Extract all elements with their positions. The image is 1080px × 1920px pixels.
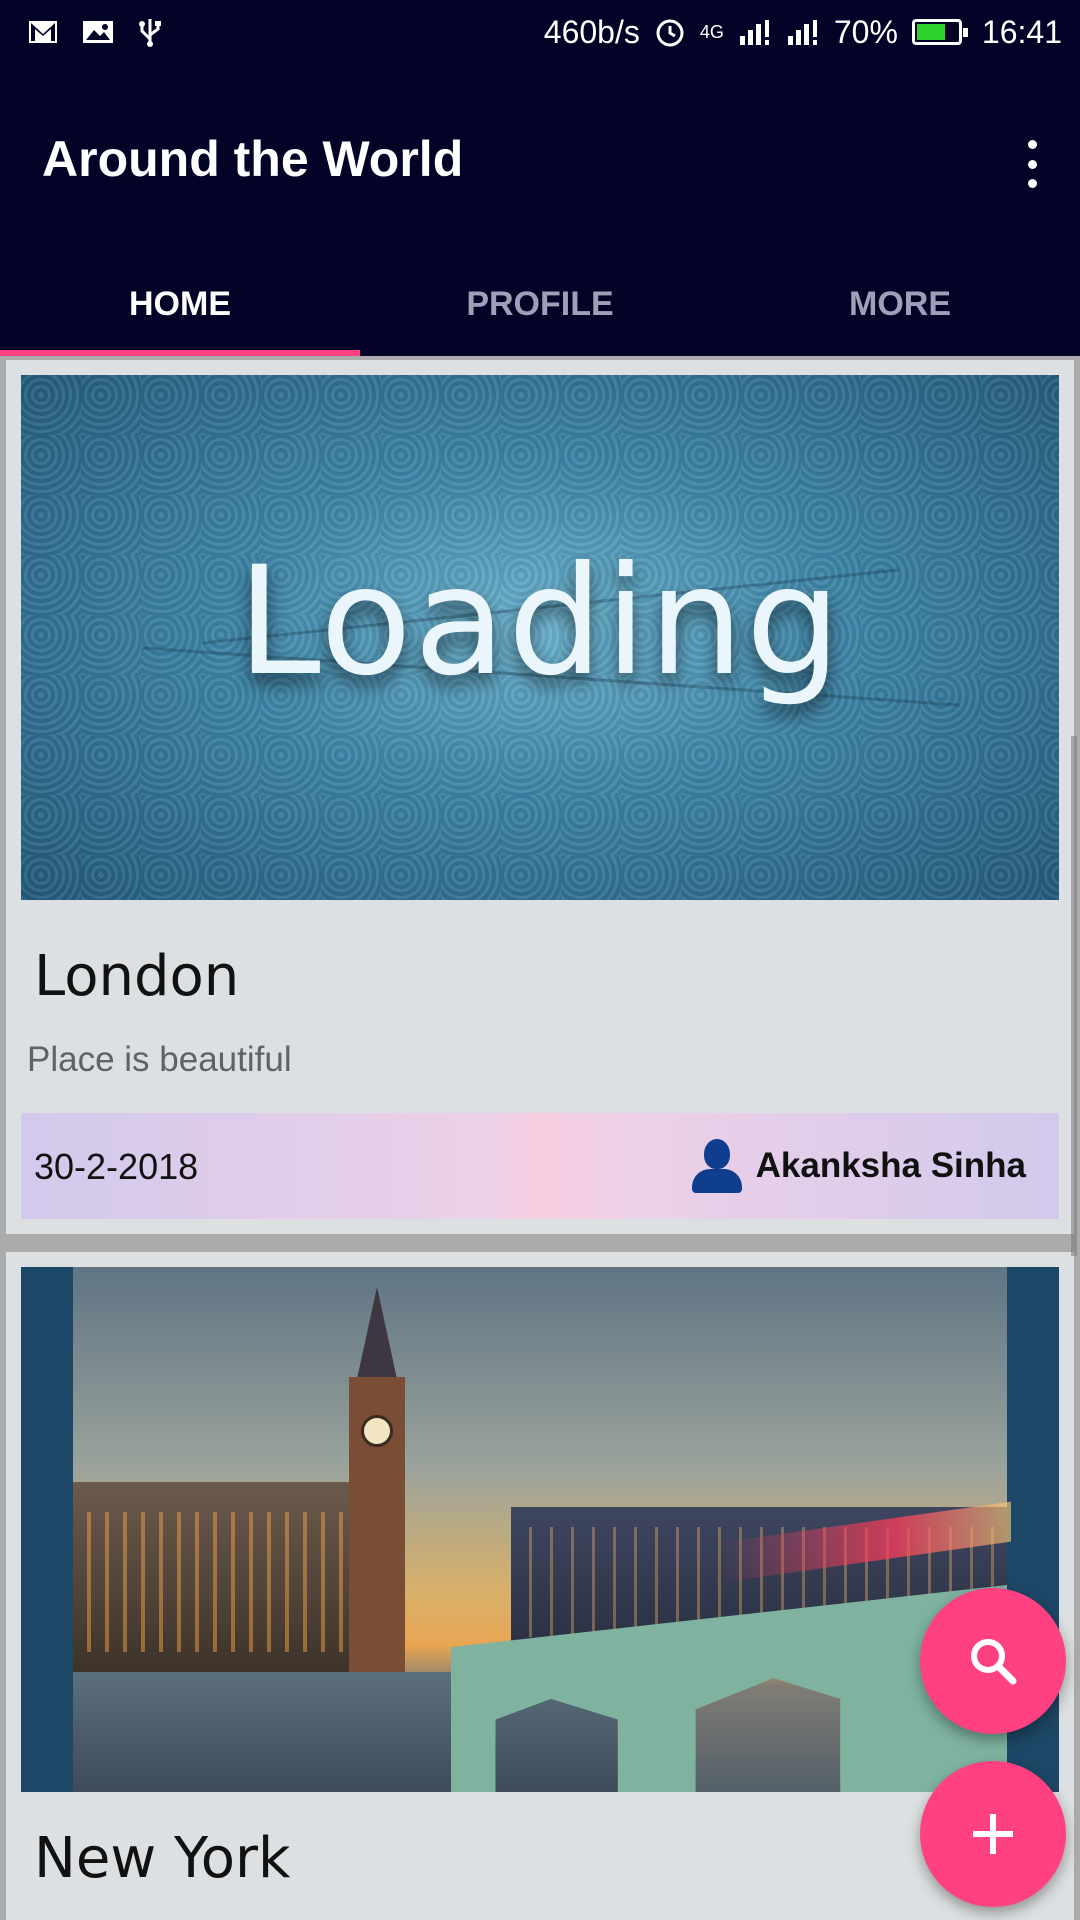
post-title: London xyxy=(34,944,240,1009)
network-speed: 460b/s xyxy=(543,13,640,50)
post-author[interactable]: Akanksha Sinha xyxy=(691,1139,1026,1193)
tab-home[interactable]: HOME xyxy=(0,252,360,356)
post-date: 30-2-2018 xyxy=(34,1146,199,1187)
tab-more[interactable]: MORE xyxy=(720,252,1080,356)
network-type: 4G xyxy=(699,21,724,42)
signal-icon xyxy=(738,18,772,46)
app-title: Around the World xyxy=(42,131,464,187)
post-image xyxy=(21,1267,1059,1792)
more-vert-icon[interactable] xyxy=(1014,134,1050,194)
signal-icon-secondary xyxy=(786,18,820,46)
battery-percent: 70% xyxy=(833,13,898,50)
app-bar: Around the World xyxy=(0,64,1080,252)
feed[interactable]: Loading London Place is beautiful 30-2-2… xyxy=(0,356,1080,1920)
battery-icon xyxy=(911,19,968,45)
post-card[interactable]: Loading London Place is beautiful 30-2-2… xyxy=(6,360,1074,1234)
tab-bar: HOME PROFILE MORE xyxy=(0,252,1080,356)
search-icon xyxy=(971,1639,1017,1685)
search-button[interactable] xyxy=(920,1588,1066,1734)
alarm-icon xyxy=(654,16,686,48)
person-icon xyxy=(691,1139,742,1193)
tab-profile[interactable]: PROFILE xyxy=(360,252,720,356)
usb-icon xyxy=(138,17,162,47)
image-icon xyxy=(82,20,114,44)
battery-fill xyxy=(916,24,945,40)
clock-face xyxy=(361,1415,393,1447)
parliament-building xyxy=(73,1482,349,1677)
loading-text: Loading xyxy=(237,535,843,709)
scrollbar[interactable] xyxy=(1071,736,1077,1256)
clock: 16:41 xyxy=(981,13,1062,50)
post-image-placeholder: Loading xyxy=(21,375,1059,900)
status-bar: 460b/s 4G 70% 16:41 xyxy=(0,0,1080,64)
post-footer: 30-2-2018 Akanksha Sinha xyxy=(21,1113,1059,1219)
add-button[interactable] xyxy=(920,1761,1066,1907)
plus-icon xyxy=(973,1814,1013,1854)
gmail-icon xyxy=(28,20,58,44)
author-name: Akanksha Sinha xyxy=(755,1146,1026,1185)
post-title: New York xyxy=(34,1826,291,1891)
post-description: Place is beautiful xyxy=(27,1040,292,1079)
post-card[interactable]: New York xyxy=(6,1252,1074,1920)
